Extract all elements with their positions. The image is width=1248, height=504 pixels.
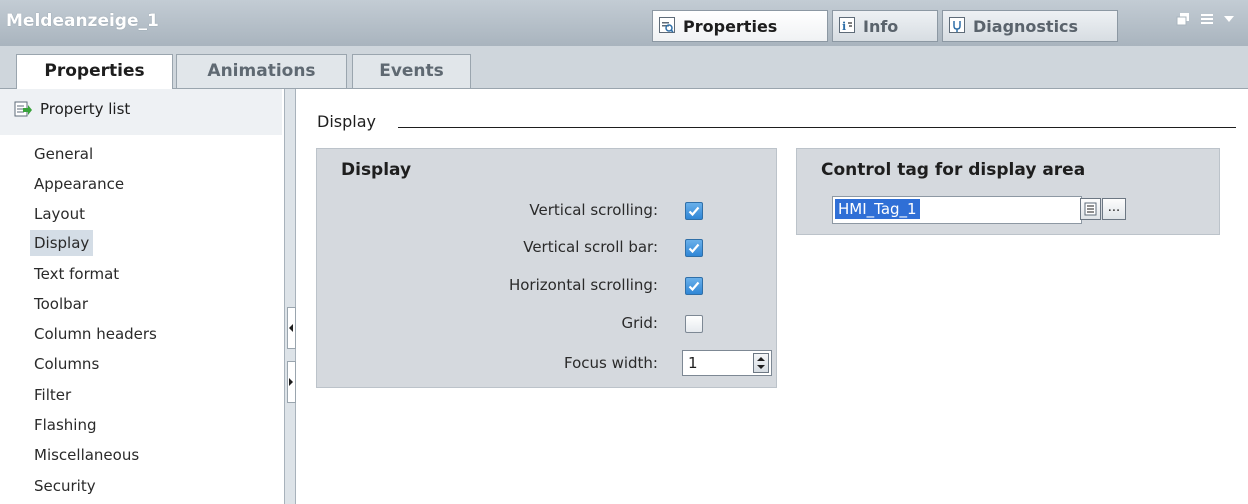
vertical-scroll-bar-label: Vertical scroll bar: bbox=[523, 238, 658, 256]
control-tag-input[interactable]: HMI_Tag_1 bbox=[832, 196, 1082, 224]
list-icon bbox=[1084, 202, 1097, 216]
control-tag-value: HMI_Tag_1 bbox=[835, 199, 920, 219]
nav-item-flashing[interactable]: Flashing bbox=[30, 412, 101, 438]
nav-item-general[interactable]: General bbox=[30, 141, 97, 167]
nav-item-filter[interactable]: Filter bbox=[30, 382, 75, 408]
float-window-icon[interactable] bbox=[1176, 12, 1190, 26]
tab-properties-label: Properties bbox=[683, 17, 778, 36]
vertical-scrolling-label: Vertical scrolling: bbox=[529, 201, 658, 219]
tag-list-button[interactable] bbox=[1080, 198, 1101, 220]
subtab-properties[interactable]: Properties bbox=[16, 54, 173, 89]
horizontal-scrolling-checkbox[interactable] bbox=[685, 277, 703, 295]
control-tag-group-title: Control tag for display area bbox=[821, 160, 1086, 180]
section-title: Display bbox=[317, 112, 376, 131]
expand-right-button[interactable] bbox=[287, 361, 296, 403]
tab-diagnostics[interactable]: Diagnostics bbox=[942, 10, 1118, 42]
chevron-down-icon[interactable] bbox=[1222, 12, 1236, 26]
property-list-icon bbox=[14, 100, 32, 118]
nav-item-layout[interactable]: Layout bbox=[30, 201, 89, 227]
property-list-label: Property list bbox=[40, 100, 131, 118]
nav-splitter[interactable] bbox=[284, 89, 296, 504]
subtab-bar: Properties Animations Events bbox=[0, 46, 1248, 89]
nav-item-text-format[interactable]: Text format bbox=[30, 261, 123, 287]
section-divider bbox=[398, 127, 1236, 128]
nav-item-appearance[interactable]: Appearance bbox=[30, 171, 128, 197]
control-tag-group: Control tag for display area HMI_Tag_1 .… bbox=[796, 148, 1220, 235]
diagnostics-icon bbox=[949, 17, 965, 33]
window-title: Meldeanzeige_1 bbox=[6, 11, 159, 31]
nav-item-column-headers[interactable]: Column headers bbox=[30, 321, 161, 347]
properties-icon bbox=[659, 17, 675, 33]
checkmark-icon bbox=[688, 243, 700, 254]
property-nav: Property list General Appearance Layout … bbox=[0, 89, 282, 504]
tab-info[interactable]: i Info bbox=[832, 10, 938, 42]
nav-item-columns[interactable]: Columns bbox=[30, 351, 103, 377]
browse-button[interactable]: ... bbox=[1102, 198, 1126, 220]
checkmark-icon bbox=[688, 281, 700, 292]
checkmark-icon bbox=[688, 206, 700, 217]
tab-properties[interactable]: Properties bbox=[652, 10, 828, 42]
collapse-left-button[interactable] bbox=[287, 307, 296, 349]
spin-arrows-icon[interactable] bbox=[753, 353, 769, 373]
horizontal-scrolling-label: Horizontal scrolling: bbox=[508, 276, 658, 294]
inspector-title-bar: Meldeanzeige_1 Properties i Info Diagnos… bbox=[0, 0, 1248, 46]
grid-checkbox[interactable] bbox=[685, 315, 703, 333]
vertical-scrolling-checkbox[interactable] bbox=[685, 202, 703, 220]
menu-list-icon[interactable] bbox=[1200, 12, 1214, 26]
nav-item-toolbar[interactable]: Toolbar bbox=[30, 291, 92, 317]
tab-diagnostics-label: Diagnostics bbox=[973, 17, 1079, 36]
nav-item-display[interactable]: Display bbox=[30, 230, 94, 256]
vertical-scroll-bar-checkbox[interactable] bbox=[685, 239, 703, 257]
focus-width-value: 1 bbox=[688, 354, 698, 372]
nav-item-security[interactable]: Security bbox=[30, 473, 100, 499]
focus-width-stepper[interactable]: 1 bbox=[682, 350, 772, 376]
property-list-header[interactable]: Property list bbox=[0, 89, 282, 135]
focus-width-label: Focus width: bbox=[563, 354, 658, 372]
info-icon: i bbox=[839, 17, 855, 33]
nav-item-miscellaneous[interactable]: Miscellaneous bbox=[30, 442, 143, 468]
display-group: Display Vertical scrolling: Vertical scr… bbox=[316, 148, 777, 388]
tab-info-label: Info bbox=[863, 17, 899, 36]
subtab-animations[interactable]: Animations bbox=[176, 54, 347, 88]
grid-label: Grid: bbox=[621, 314, 658, 332]
display-group-title: Display bbox=[341, 160, 412, 180]
subtab-events[interactable]: Events bbox=[352, 54, 471, 88]
svg-text:i: i bbox=[842, 20, 846, 33]
